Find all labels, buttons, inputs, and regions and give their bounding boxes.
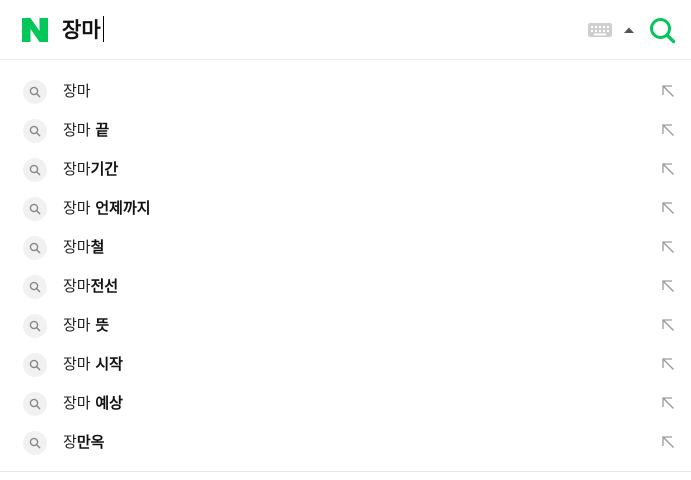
search-icon[interactable] — [648, 16, 676, 44]
suggestion-completion: 기간 — [90, 160, 119, 178]
suggestion-prefix: 장마 — [63, 82, 91, 100]
suggestion-prefix: 장마 — [63, 355, 96, 373]
search-icon — [23, 236, 47, 260]
naver-logo[interactable] — [22, 18, 48, 42]
suggestion-completion: 끝 — [95, 121, 110, 139]
triangle-up-icon[interactable] — [623, 26, 635, 34]
suggestion-completion: 전선 — [90, 277, 119, 295]
search-input[interactable]: 장마 — [62, 14, 104, 46]
suggestion-completion: 예상 — [95, 394, 123, 412]
arrow-up-left-icon[interactable] — [661, 84, 675, 98]
search-icon — [23, 392, 47, 416]
arrow-up-left-icon[interactable] — [661, 318, 675, 332]
divider — [0, 471, 691, 472]
suggestion-completion: 시작 — [95, 355, 123, 373]
arrow-up-left-icon[interactable] — [661, 357, 675, 371]
suggestion-item[interactable]: 장마 언제까지 — [0, 189, 691, 228]
suggestion-prefix: 장마 — [63, 121, 96, 139]
suggestion-item[interactable]: 장마 시작 — [0, 345, 691, 384]
suggestion-text: 장마기간 — [63, 150, 118, 189]
suggestion-text: 장만옥 — [63, 423, 104, 462]
suggestion-text: 장마철 — [63, 228, 104, 267]
suggestion-prefix: 장마 — [63, 199, 96, 217]
arrow-up-left-icon[interactable] — [661, 435, 675, 449]
suggestion-prefix: 장마 — [63, 277, 91, 295]
search-icon — [23, 314, 47, 338]
suggestion-text: 장마 끝 — [63, 111, 109, 150]
search-icon — [23, 275, 47, 299]
suggestion-prefix: 장 — [63, 433, 77, 451]
suggestion-item[interactable]: 장마전선 — [0, 267, 691, 306]
suggestion-text: 장마 시작 — [63, 345, 123, 384]
suggestion-item[interactable]: 장마기간 — [0, 150, 691, 189]
suggestion-item[interactable]: 장마 끝 — [0, 111, 691, 150]
autocomplete-page: 장마 장마 장마 끝 장마기간 장마 언제까지 장마철 장마전선 장마 뜻 장마 시작 장마 예… — [0, 0, 691, 480]
suggestion-list: 장마 장마 끝 장마기간 장마 언제까지 장마철 장마전선 장마 뜻 장마 시작 장마 예상 장만… — [0, 72, 691, 462]
suggestion-text: 장마전선 — [63, 267, 118, 306]
arrow-up-left-icon[interactable] — [661, 279, 675, 293]
suggestion-item[interactable]: 장마 — [0, 72, 691, 111]
search-bar: 장마 — [0, 0, 691, 60]
suggestion-completion: 언제까지 — [95, 199, 151, 217]
suggestion-completion: 뜻 — [95, 316, 110, 334]
suggestion-item[interactable]: 장마 뜻 — [0, 306, 691, 345]
suggestion-text: 장마 뜻 — [63, 306, 109, 345]
search-icon — [23, 353, 47, 377]
suggestion-prefix: 장마 — [63, 394, 96, 412]
suggestion-completion: 철 — [90, 238, 105, 256]
arrow-up-left-icon[interactable] — [661, 240, 675, 254]
arrow-up-left-icon[interactable] — [661, 123, 675, 137]
search-icon — [23, 119, 47, 143]
keyboard-icon[interactable] — [588, 23, 612, 37]
suggestion-completion: 만옥 — [76, 433, 105, 451]
suggestion-item[interactable]: 장만옥 — [0, 423, 691, 462]
text-caret — [102, 16, 104, 42]
suggestion-prefix: 장마 — [63, 316, 96, 334]
arrow-up-left-icon[interactable] — [661, 162, 675, 176]
search-icon — [23, 158, 47, 182]
suggestion-text: 장마 언제까지 — [63, 189, 151, 228]
arrow-up-left-icon[interactable] — [661, 201, 675, 215]
search-query-text: 장마 — [62, 18, 101, 42]
search-icon — [23, 197, 47, 221]
suggestion-item[interactable]: 장마 예상 — [0, 384, 691, 423]
suggestion-prefix: 장마 — [63, 160, 91, 178]
suggestion-text: 장마 예상 — [63, 384, 123, 423]
suggestion-item[interactable]: 장마철 — [0, 228, 691, 267]
search-icon — [23, 431, 47, 455]
suggestion-text: 장마 — [63, 72, 91, 111]
search-icon — [23, 80, 47, 104]
suggestion-prefix: 장마 — [63, 238, 91, 256]
arrow-up-left-icon[interactable] — [661, 396, 675, 410]
